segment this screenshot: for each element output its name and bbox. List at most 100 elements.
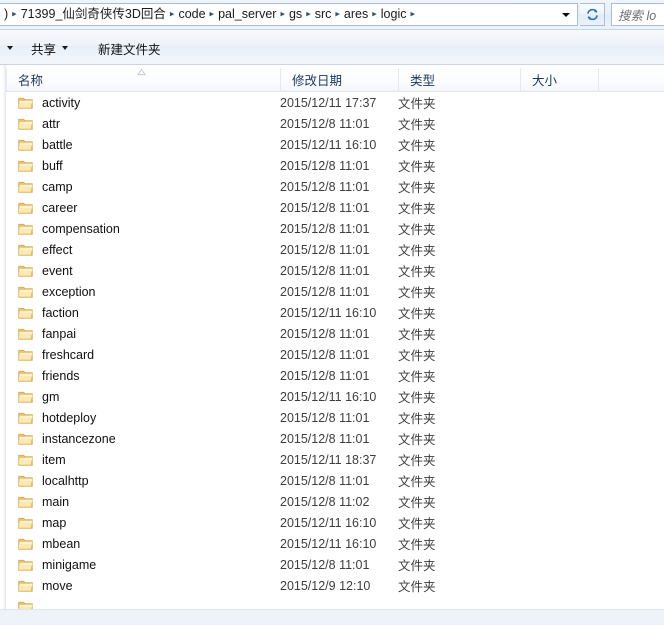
breadcrumb-item[interactable]: src — [312, 4, 335, 25]
new-folder-button[interactable]: 新建文件夹 — [91, 37, 168, 59]
column-header-date[interactable]: 修改日期 — [280, 68, 398, 91]
file-name-cell[interactable]: hotdeploy — [6, 407, 96, 428]
file-name-cell[interactable]: localhttp — [6, 470, 89, 491]
file-row[interactable]: faction 2015/12/11 16:10 文件夹 — [6, 302, 664, 323]
breadcrumb-item[interactable]: code — [175, 4, 208, 25]
file-name-cell[interactable]: friends — [6, 365, 80, 386]
column-header-name[interactable]: 名称 — [6, 68, 280, 91]
file-row[interactable]: mbean 2015/12/11 16:10 文件夹 — [6, 533, 664, 554]
file-row[interactable]: friends 2015/12/8 11:01 文件夹 — [6, 365, 664, 386]
file-name-cell[interactable]: mbean — [6, 533, 80, 554]
file-name-cell[interactable]: move — [6, 575, 73, 596]
search-input[interactable]: 搜索 lo — [618, 5, 656, 24]
breadcrumb-separator-icon: ▸ — [372, 8, 377, 19]
file-date-cell: 2015/12/8 11:01 — [280, 158, 370, 173]
file-name-cell[interactable]: career — [6, 197, 77, 218]
breadcrumb-address-box[interactable]: ) ▸ 71399_仙剑奇侠传3D回合 ▸ code ▸ pal_server ▸ gs ▸ src… — [0, 3, 578, 26]
file-name-cell[interactable]: exception — [6, 281, 96, 302]
toolbar-overflow-item[interactable] — [0, 37, 20, 59]
file-type-cell: 文件夹 — [398, 349, 436, 363]
file-name-label: freshcard — [42, 347, 95, 362]
file-row[interactable]: freshcard 2015/12/8 11:01 文件夹 — [6, 344, 664, 365]
file-row[interactable]: item 2015/12/11 18:37 文件夹 — [6, 449, 664, 470]
file-row[interactable]: minigame 2015/12/8 11:01 文件夹 — [6, 554, 664, 575]
file-date-cell: 2015/12/11 16:10 — [280, 137, 377, 152]
file-row[interactable]: event 2015/12/8 11:01 文件夹 — [6, 260, 664, 281]
folder-icon — [18, 349, 33, 361]
file-row[interactable]: activity 2015/12/11 17:37 文件夹 — [6, 92, 664, 113]
file-name-cell[interactable]: battle — [6, 134, 73, 155]
file-name-cell[interactable]: main — [6, 491, 69, 512]
column-header-type[interactable]: 类型 — [398, 68, 520, 91]
file-type-cell: 文件夹 — [398, 517, 436, 531]
folder-icon — [18, 223, 33, 235]
file-row[interactable]: career 2015/12/8 11:01 文件夹 — [6, 197, 664, 218]
file-type-cell: 文件夹 — [398, 580, 436, 594]
refresh-button[interactable] — [580, 3, 605, 26]
file-row[interactable]: gm 2015/12/11 16:10 文件夹 — [6, 386, 664, 407]
file-name-cell[interactable]: activity — [6, 92, 80, 113]
breadcrumb-separator-icon: ▸ — [306, 8, 311, 19]
file-row[interactable]: fanpai 2015/12/8 11:01 文件夹 — [6, 323, 664, 344]
breadcrumb-item[interactable]: gs — [286, 4, 305, 25]
folder-icon — [18, 433, 33, 445]
search-box[interactable]: 搜索 lo — [611, 3, 664, 26]
file-name-label: move — [42, 578, 73, 593]
file-name-cell[interactable]: faction — [6, 302, 79, 323]
file-name-cell[interactable]: buff — [6, 155, 63, 176]
column-header-label: 修改日期 — [292, 74, 343, 88]
file-type-cell: 文件夹 — [398, 496, 436, 510]
file-date-cell: 2015/12/8 11:01 — [280, 116, 370, 131]
file-name-cell[interactable] — [6, 596, 42, 609]
file-date-cell: 2015/12/11 16:10 — [280, 305, 377, 320]
file-name-label: buff — [42, 158, 63, 173]
file-name-cell[interactable]: attr — [6, 113, 60, 134]
address-dropdown-button[interactable] — [555, 4, 577, 25]
file-row[interactable]: map 2015/12/11 16:10 文件夹 — [6, 512, 664, 533]
file-name-label: map — [42, 515, 67, 530]
file-row[interactable] — [6, 596, 664, 609]
file-name-cell[interactable]: effect — [6, 239, 72, 260]
file-name-cell[interactable]: freshcard — [6, 344, 94, 365]
file-name-cell[interactable]: item — [6, 449, 66, 470]
file-name-cell[interactable]: gm — [6, 386, 59, 407]
file-row[interactable]: effect 2015/12/8 11:01 文件夹 — [6, 239, 664, 260]
file-name-cell[interactable]: compensation — [6, 218, 120, 239]
column-header-spare[interactable] — [598, 68, 664, 91]
file-row[interactable]: compensation 2015/12/8 11:01 文件夹 — [6, 218, 664, 239]
file-row[interactable]: instancezone 2015/12/8 11:01 文件夹 — [6, 428, 664, 449]
file-name-label: career — [42, 200, 78, 215]
file-date-cell: 2015/12/8 11:01 — [280, 557, 370, 572]
folder-icon — [18, 118, 33, 130]
folder-icon — [18, 454, 33, 466]
folder-icon — [18, 475, 33, 487]
file-row[interactable]: hotdeploy 2015/12/8 11:01 文件夹 — [6, 407, 664, 428]
file-row[interactable]: battle 2015/12/11 16:10 文件夹 — [6, 134, 664, 155]
file-row[interactable]: move 2015/12/9 12:10 文件夹 — [6, 575, 664, 596]
file-name-cell[interactable]: camp — [6, 176, 73, 197]
breadcrumb-item[interactable]: ares — [341, 4, 371, 25]
file-name-cell[interactable]: minigame — [6, 554, 96, 575]
file-list[interactable]: activity 2015/12/11 17:37 文件夹 attr 2015/12/8… — [6, 92, 664, 609]
file-row[interactable]: localhttp 2015/12/8 11:01 文件夹 — [6, 470, 664, 491]
file-name-cell[interactable]: instancezone — [6, 428, 116, 449]
file-row[interactable]: attr 2015/12/8 11:01 文件夹 — [6, 113, 664, 134]
file-name-cell[interactable]: map — [6, 512, 66, 533]
file-row[interactable]: main 2015/12/8 11:02 文件夹 — [6, 491, 664, 512]
folder-icon — [18, 580, 33, 592]
file-date-cell: 2015/12/11 17:37 — [280, 95, 377, 110]
address-bar: ) ▸ 71399_仙剑奇侠传3D回合 ▸ code ▸ pal_server ▸ gs ▸ src… — [0, 0, 664, 30]
breadcrumb-item[interactable]: pal_server — [215, 4, 279, 25]
share-button[interactable]: 共享 — [24, 37, 75, 59]
file-row[interactable]: exception 2015/12/8 11:01 文件夹 — [6, 281, 664, 302]
file-row[interactable]: buff 2015/12/8 11:01 文件夹 — [6, 155, 664, 176]
file-name-label: gm — [42, 389, 60, 404]
file-name-cell[interactable]: event — [6, 260, 73, 281]
breadcrumb-item[interactable]: logic — [378, 4, 410, 25]
breadcrumb-item[interactable]: ) — [1, 4, 11, 25]
column-header-size[interactable]: 大小 — [520, 68, 598, 91]
file-name-cell[interactable]: fanpai — [6, 323, 76, 344]
file-type-cell: 文件夹 — [398, 433, 436, 447]
breadcrumb-item[interactable]: 71399_仙剑奇侠传3D回合 — [18, 4, 169, 25]
file-row[interactable]: camp 2015/12/8 11:01 文件夹 — [6, 176, 664, 197]
